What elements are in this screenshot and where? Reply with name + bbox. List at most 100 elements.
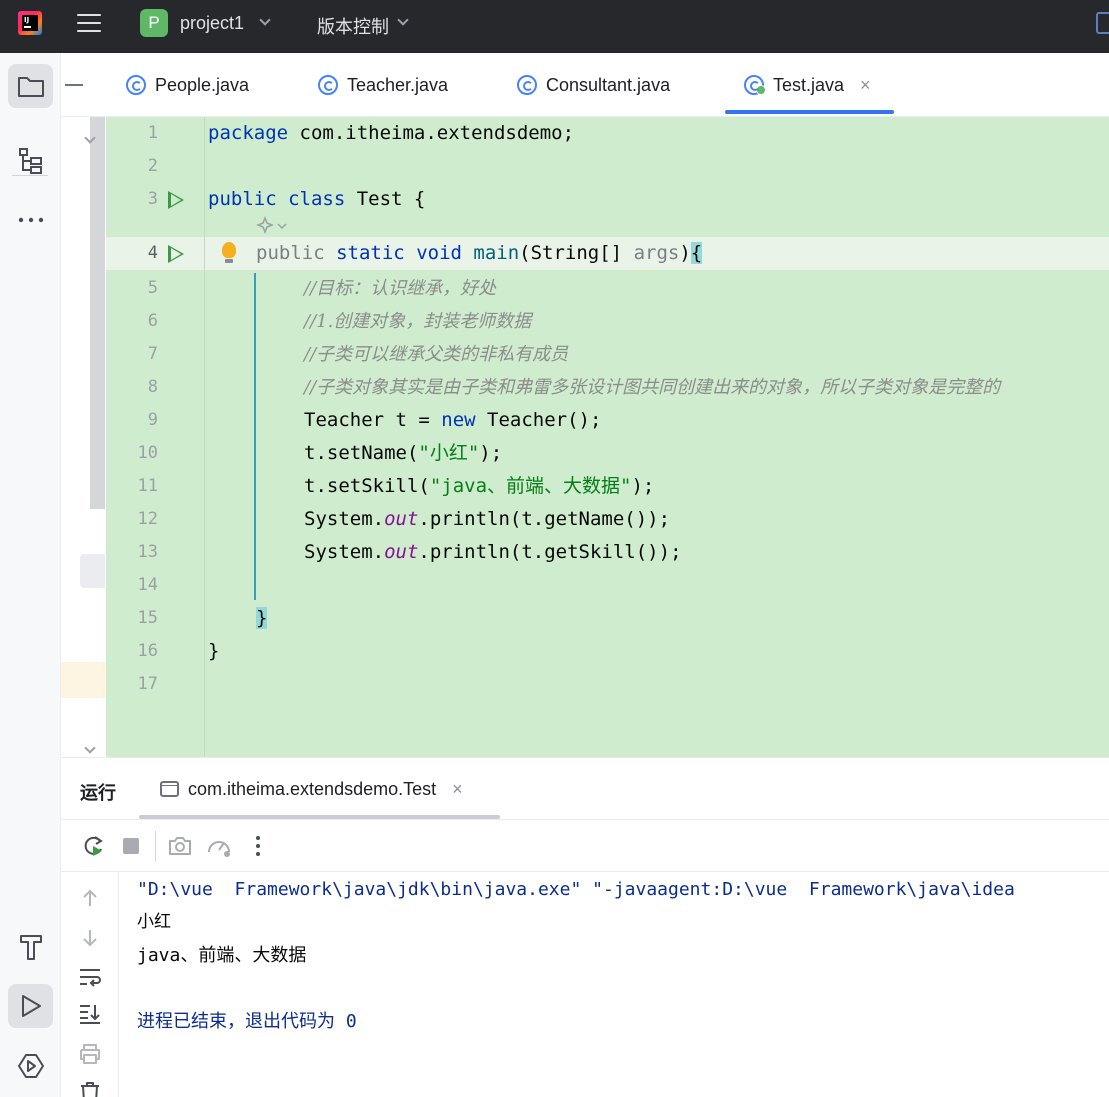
code-line: 10 t.setName("小红"); xyxy=(106,437,1109,470)
string-literal: "小红" xyxy=(418,442,480,464)
code-token: Teacher(); xyxy=(475,409,602,431)
code-line: 11 t.setSkill("java、前端、大数据"); xyxy=(106,470,1109,503)
build-tool-button[interactable] xyxy=(8,925,53,969)
scroll-to-end-button[interactable] xyxy=(78,1002,102,1026)
vcs-menu[interactable]: 版本控制 xyxy=(317,13,389,39)
code-line: 4 public static void main(String[] args)… xyxy=(106,237,1109,270)
code-token: System. xyxy=(304,541,385,563)
tab-teacher[interactable]: Teacher.java xyxy=(318,53,448,117)
run-tool-button[interactable] xyxy=(8,984,53,1028)
structure-tool-button[interactable] xyxy=(8,139,53,183)
tab-consultant[interactable]: Consultant.java xyxy=(517,53,670,117)
project-name[interactable]: project1 xyxy=(180,13,244,34)
margin-scrollbar[interactable] xyxy=(90,117,105,509)
scroll-up-button[interactable] xyxy=(78,886,102,910)
code-line: 17 xyxy=(106,668,1109,701)
line-number: 17 xyxy=(137,674,158,694)
margin-marker xyxy=(80,554,105,588)
code-text: public static void main(String[] args){ xyxy=(256,237,703,270)
main-menu-icon[interactable] xyxy=(77,12,101,34)
chevron-down-icon[interactable] xyxy=(84,742,96,754)
more-options-button[interactable] xyxy=(245,833,271,859)
close-icon[interactable]: × xyxy=(860,75,871,96)
console-icon xyxy=(160,781,179,797)
intellij-logo-icon[interactable] xyxy=(18,11,42,35)
code-line: 8 //子类对象其实是由子类和弗雷多张设计图共同创建出来的对象，所以子类对象是完… xyxy=(106,371,1109,404)
project-avatar[interactable]: P xyxy=(140,9,168,37)
parameter: args xyxy=(633,242,680,264)
code-line: 6 //1.创建对象，封装老师数据 xyxy=(106,305,1109,338)
more-tools-button[interactable] xyxy=(8,198,53,242)
code-line: 12 System.out.println(t.getName()); xyxy=(106,503,1109,536)
soft-wrap-button[interactable] xyxy=(78,965,102,989)
line-number: 10 xyxy=(137,443,158,463)
code-line: 5 //目标：认识继承，好处 xyxy=(106,272,1109,305)
close-icon[interactable]: × xyxy=(452,779,463,800)
code-token: (String[] xyxy=(519,242,634,264)
tab-label: People.java xyxy=(155,74,250,95)
code-token: ) xyxy=(679,242,691,264)
rerun-button[interactable] xyxy=(80,833,106,859)
line-number: 11 xyxy=(137,476,158,496)
code-token: .println(t.getName()); xyxy=(418,508,671,530)
console-line: 进程已结束，退出代码为 0 xyxy=(137,1011,357,1032)
keyword: public xyxy=(256,242,325,264)
tab-test[interactable]: Test.java × xyxy=(744,53,871,117)
services-icon xyxy=(17,1054,44,1078)
code-text: public class Test { xyxy=(208,183,425,216)
lightbulb-icon[interactable] xyxy=(222,242,236,263)
code-editor[interactable]: 1 package com.itheima.extendsdemo; 2 3 p… xyxy=(61,117,1109,757)
more-icon xyxy=(18,217,43,223)
scroll-to-end-icon xyxy=(80,1005,100,1024)
code-line: 9 Teacher t = new Teacher(); xyxy=(106,404,1109,437)
keyword: class xyxy=(288,188,346,210)
comment: //目标：认识继承，好处 xyxy=(304,278,497,299)
code-token: Teacher t = xyxy=(304,409,442,431)
tab-label: Test.java xyxy=(773,74,845,95)
run-gutter-icon[interactable] xyxy=(168,191,184,209)
print-button[interactable] xyxy=(78,1042,102,1066)
window-icon[interactable] xyxy=(1096,12,1109,34)
console-output[interactable]: "D:\vue Framework\java\jdk\bin\java.exe"… xyxy=(137,872,1109,1097)
chevron-down-icon[interactable] xyxy=(259,14,271,26)
keyword: static xyxy=(336,242,405,264)
run-gutter-icon[interactable] xyxy=(168,245,184,263)
run-icon xyxy=(21,995,41,1017)
soft-wrap-icon xyxy=(80,969,101,987)
chevron-down-icon[interactable] xyxy=(397,14,409,26)
minimize-icon[interactable] xyxy=(65,84,83,86)
run-panel-header: 运行 com.itheima.extendsdemo.Test × xyxy=(61,757,1109,819)
code-line: 7 //子类可以继承父类的非私有成员 xyxy=(106,338,1109,371)
stop-button[interactable] xyxy=(118,833,144,859)
code-line: 3 public class Test { xyxy=(106,183,1109,216)
method-name: main xyxy=(473,242,520,264)
code-line: 15 } xyxy=(106,602,1109,635)
camera-icon xyxy=(169,837,191,855)
line-number: 3 xyxy=(147,189,158,209)
keyword: public xyxy=(208,188,277,210)
clear-button[interactable] xyxy=(78,1080,102,1097)
tab-label: Consultant.java xyxy=(546,74,671,95)
rerun-icon xyxy=(84,836,103,856)
dump-threads-button[interactable] xyxy=(167,833,193,859)
matched-brace: { xyxy=(690,242,703,264)
tool-window-strip xyxy=(0,53,61,1097)
scroll-down-button[interactable] xyxy=(78,926,102,950)
tab-people[interactable]: People.java xyxy=(126,53,249,117)
code-text: } xyxy=(256,602,268,635)
services-tool-button[interactable] xyxy=(8,1044,53,1088)
code-token: t.setName( xyxy=(304,442,419,464)
keyword: new xyxy=(441,409,476,431)
ai-sparkle-icon[interactable] xyxy=(256,216,290,236)
keyword: package xyxy=(208,122,289,144)
line-number: 14 xyxy=(137,575,158,595)
matched-brace: } xyxy=(256,607,268,629)
run-config-tab[interactable]: com.itheima.extendsdemo.Test × xyxy=(160,758,463,820)
profiler-button[interactable] xyxy=(206,833,232,859)
line-number: 7 xyxy=(147,344,158,364)
console-line: 小红 xyxy=(137,912,171,932)
project-tool-button[interactable] xyxy=(8,64,53,108)
static-field: out xyxy=(384,541,419,563)
code-line: 13 System.out.println(t.getSkill()); xyxy=(106,536,1109,569)
run-tab-label: com.itheima.extendsdemo.Test xyxy=(188,778,437,799)
